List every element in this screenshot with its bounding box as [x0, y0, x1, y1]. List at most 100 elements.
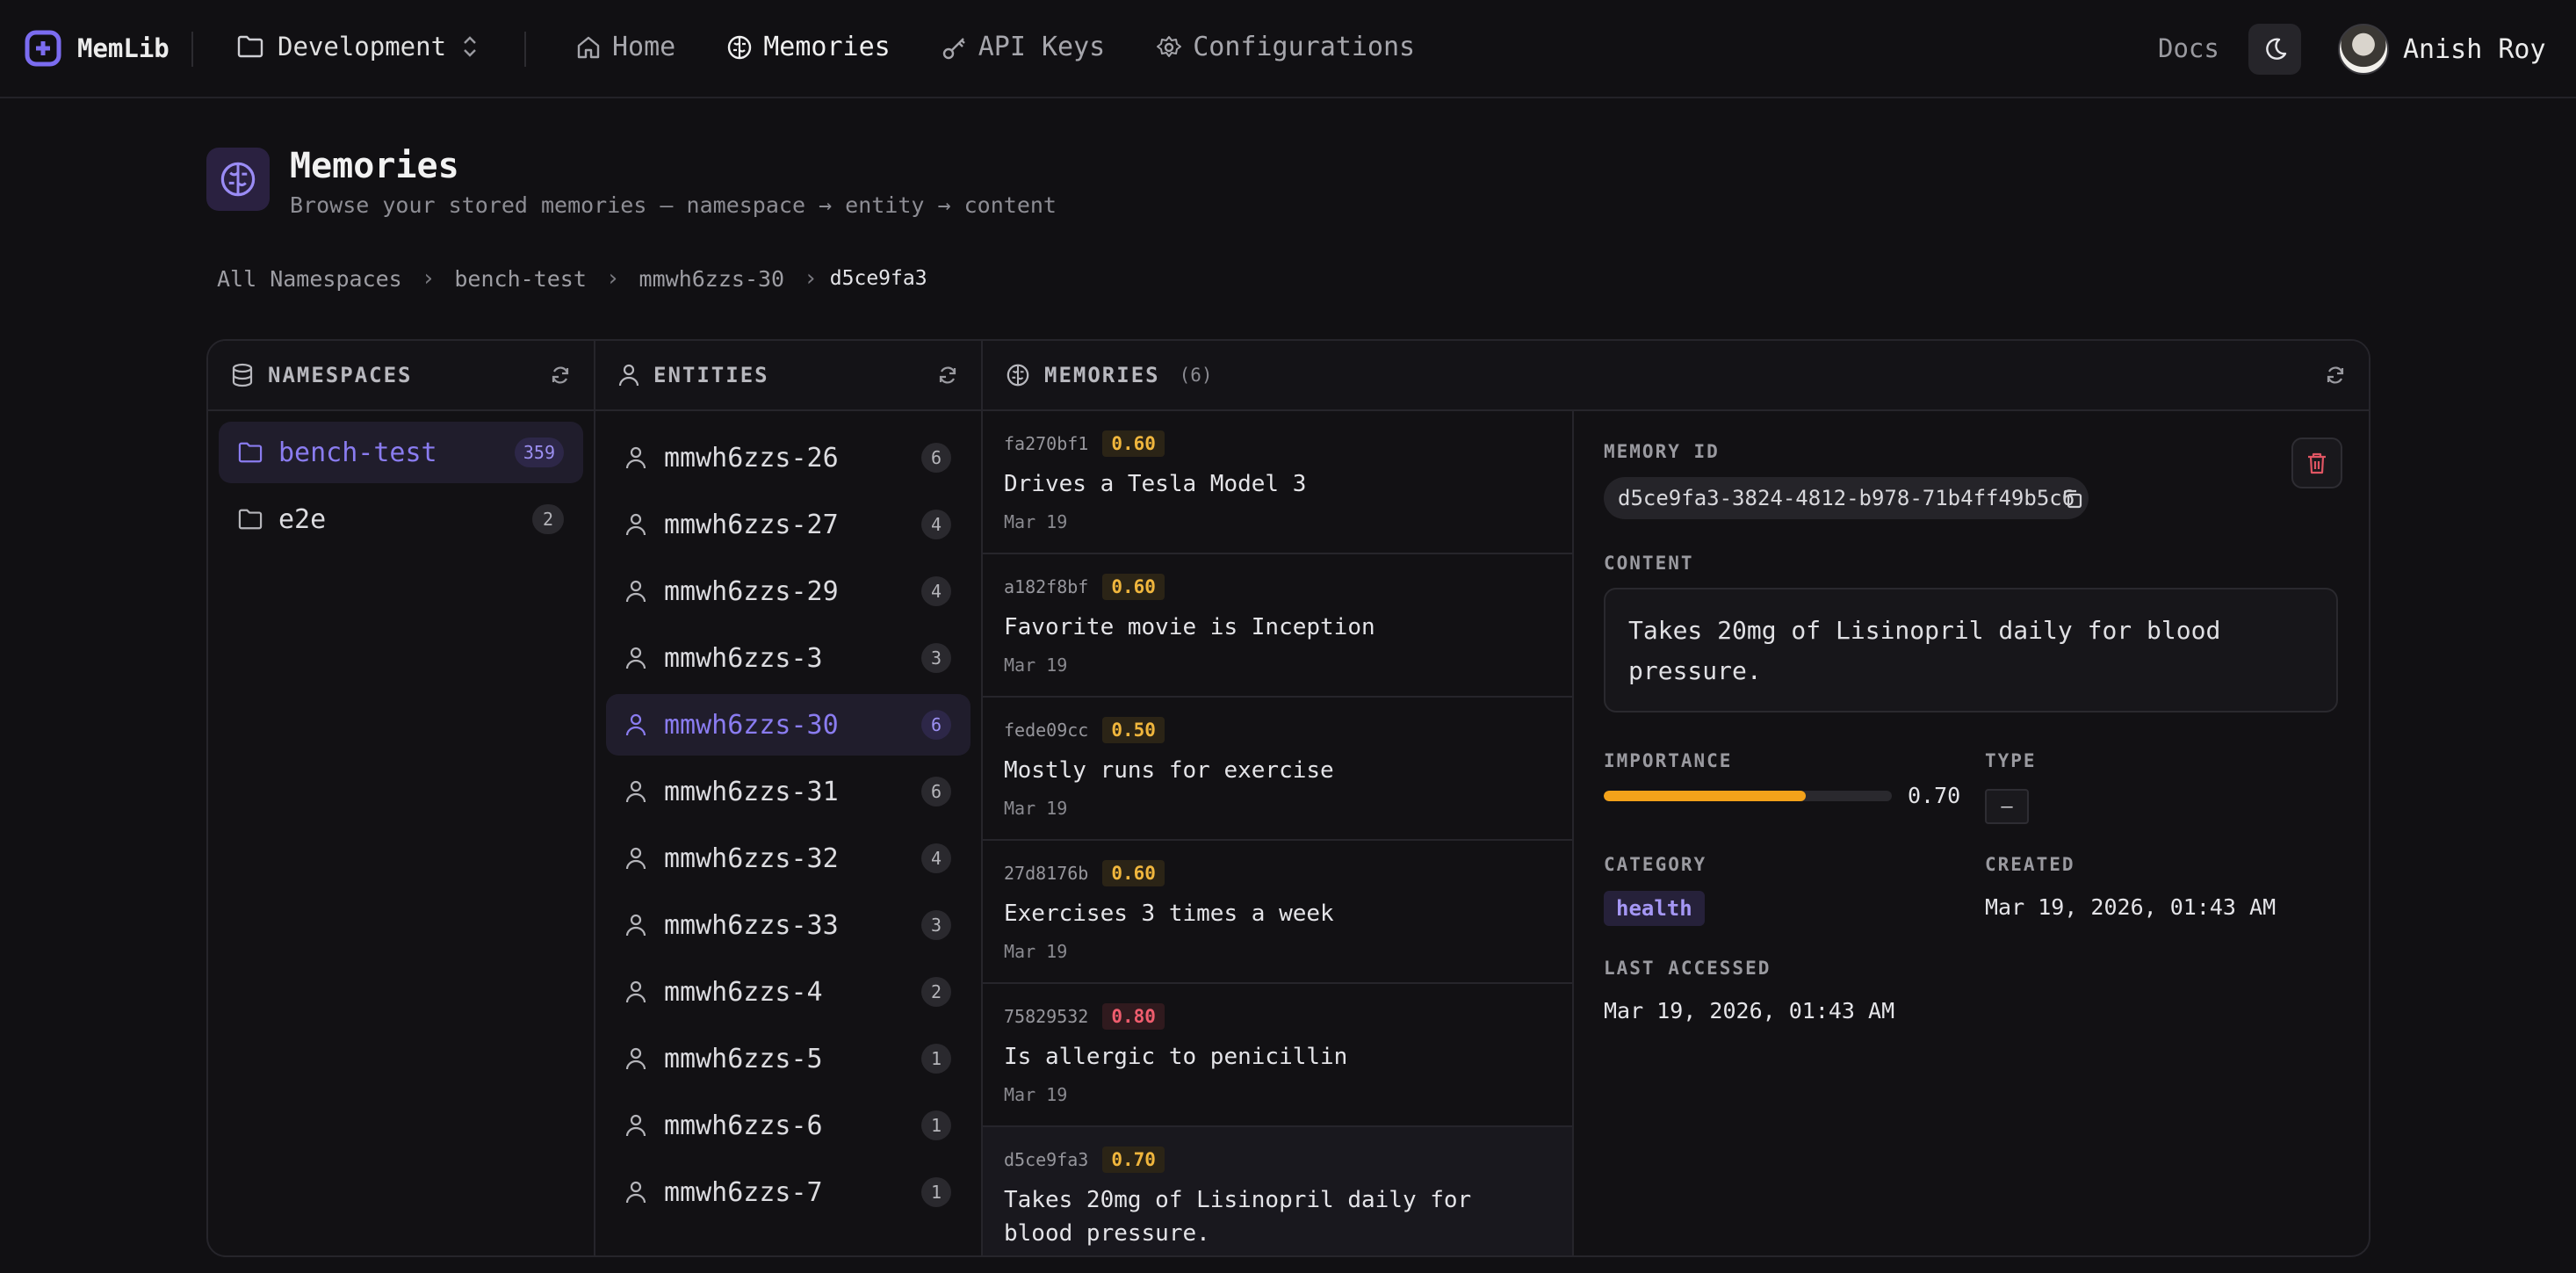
memory-text: Mostly runs for exercise — [1004, 757, 1334, 784]
memory-item-75829532[interactable]: 75829532 0.80 Is allergic to penicillin Mar… — [983, 984, 1572, 1127]
count-badge: 359 — [514, 438, 564, 467]
copy-icon[interactable] — [2061, 488, 2084, 510]
namespaces-title: NAMESPACES — [268, 363, 413, 387]
memory-short-id: 27d8176b — [1004, 863, 1089, 884]
memory-date: Mar 19 — [1004, 1084, 1068, 1105]
user-icon — [625, 1113, 646, 1138]
user-icon — [625, 445, 646, 470]
breadcrumb-memory: d5ce9fa3 — [829, 267, 927, 290]
entity-name: mmwh6zzs-27 — [664, 509, 839, 540]
refresh-namespaces-icon[interactable] — [550, 365, 571, 386]
entity-name: mmwh6zzs-30 — [664, 709, 839, 741]
chevron-right-icon: › — [421, 265, 436, 292]
content-label: CONTENT — [1604, 553, 1694, 574]
divider — [191, 32, 193, 67]
entity-name: mmwh6zzs-6 — [664, 1110, 823, 1141]
namespaces-column: NAMESPACES bench-test 359 e2e 2 — [208, 341, 595, 1255]
nav-api-keys[interactable]: API Keys — [942, 32, 1105, 62]
memory-detail: MEMORY ID d5ce9fa3-3824-4812-b978-71b4ff… — [1576, 411, 2369, 1255]
memory-short-id: fede09cc — [1004, 720, 1089, 741]
nav-memories[interactable]: Memories — [726, 32, 891, 62]
entity-item-mmwh6zzs-6[interactable]: mmwh6zzs-6 1 — [606, 1095, 971, 1156]
entity-item-mmwh6zzs-33[interactable]: mmwh6zzs-33 3 — [606, 894, 971, 956]
namespace-item-e2e[interactable]: e2e 2 — [219, 488, 583, 550]
breadcrumb-namespace[interactable]: bench-test — [454, 266, 587, 292]
entity-item-mmwh6zzs-26[interactable]: mmwh6zzs-26 6 — [606, 427, 971, 488]
memory-date: Mar 19 — [1004, 655, 1068, 676]
memory-item-a182f8bf[interactable]: a182f8bf 0.60 Favorite movie is Inception M… — [983, 554, 1572, 698]
entity-name: mmwh6zzs-31 — [664, 776, 839, 807]
brain-icon — [1006, 363, 1030, 387]
count-badge: 1 — [921, 1110, 951, 1140]
memory-text: Exercises 3 times a week — [1004, 901, 1334, 927]
entity-name: mmwh6zzs-33 — [664, 909, 839, 941]
entities-column: mmwh6zzs-26 6 mmwh6zzs-27 4 mmwh6zzs-29 4 mmwh… — [595, 341, 983, 1255]
refresh-memories-icon[interactable] — [2325, 365, 2346, 386]
count-badge: 4 — [921, 843, 951, 873]
entity-item-mmwh6zzs-3[interactable]: mmwh6zzs-3 3 — [606, 627, 971, 689]
key-icon — [942, 34, 968, 61]
namespace-item-bench-test[interactable]: bench-test 359 — [219, 422, 583, 483]
theme-toggle-button[interactable] — [2248, 24, 2301, 75]
memory-item-27d8176b[interactable]: 27d8176b 0.60 Exercises 3 times a week Mar … — [983, 841, 1572, 984]
importance-badge: 0.50 — [1102, 717, 1165, 743]
count-badge: 3 — [921, 643, 951, 673]
count-badge: 3 — [921, 910, 951, 940]
memory-text: Is allergic to penicillin — [1004, 1044, 1348, 1070]
refresh-entities-icon[interactable] — [937, 365, 958, 386]
workspace-selector[interactable]: Development — [237, 32, 480, 61]
importance-badge: 0.60 — [1102, 430, 1165, 457]
user-icon — [618, 363, 639, 387]
user-icon — [625, 646, 646, 670]
entity-item-mmwh6zzs-30[interactable]: mmwh6zzs-30 6 — [606, 694, 971, 756]
entity-item-mmwh6zzs-32[interactable]: mmwh6zzs-32 4 — [606, 828, 971, 889]
memory-text: Favorite movie is Inception — [1004, 614, 1375, 640]
entity-name: mmwh6zzs-3 — [664, 642, 823, 674]
namespace-name: e2e — [278, 503, 327, 535]
count-badge: 6 — [921, 777, 951, 806]
entity-item-mmwh6zzs-29[interactable]: mmwh6zzs-29 4 — [606, 561, 971, 622]
entity-name: mmwh6zzs-7 — [664, 1176, 823, 1208]
memory-short-id: d5ce9fa3 — [1004, 1149, 1089, 1170]
last-accessed-label: LAST ACCESSED — [1604, 958, 1771, 979]
user-icon — [625, 1180, 646, 1204]
brand[interactable]: MemLib — [25, 30, 170, 67]
docs-link[interactable]: Docs — [2158, 33, 2219, 63]
folder-icon — [237, 34, 263, 59]
breadcrumb-entity[interactable]: mmwh6zzs-30 — [639, 266, 785, 292]
user-menu[interactable]: Anish Roy — [2338, 24, 2546, 75]
home-icon — [575, 34, 602, 61]
divider — [524, 32, 526, 67]
nav-configurations[interactable]: Configurations — [1156, 32, 1415, 62]
entity-list: mmwh6zzs-26 6 mmwh6zzs-27 4 mmwh6zzs-29 4 mmwh… — [595, 392, 981, 1228]
memory-item-d5ce9fa3[interactable]: d5ce9fa3 0.70 Takes 20mg of Lisinopril dai… — [983, 1127, 1572, 1255]
memlib-logo-icon — [25, 30, 61, 67]
folder-icon — [238, 508, 263, 531]
entity-item-mmwh6zzs-27[interactable]: mmwh6zzs-27 4 — [606, 494, 971, 555]
user-icon — [625, 712, 646, 737]
count-badge: 6 — [921, 710, 951, 740]
nav-home[interactable]: Home — [575, 32, 675, 62]
memory-item-fa270bf1[interactable]: fa270bf1 0.60 Drives a Tesla Model 3 Mar 19 — [983, 411, 1572, 554]
created-value: Mar 19, 2026, 01:43 AM — [1985, 894, 2277, 920]
memory-text: Drives a Tesla Model 3 — [1004, 471, 1307, 497]
entities-header: ENTITIES — [595, 341, 981, 411]
entity-item-mmwh6zzs-5[interactable]: mmwh6zzs-5 1 — [606, 1028, 971, 1089]
user-icon — [625, 512, 646, 537]
count-badge: 6 — [921, 443, 951, 473]
avatar — [2338, 24, 2389, 75]
memory-item-fede09cc[interactable]: fede09cc 0.50 Mostly runs for exercise Mar … — [983, 698, 1572, 841]
memory-short-id: a182f8bf — [1004, 576, 1089, 597]
importance-bar — [1604, 791, 1892, 801]
workspace-name: Development — [278, 32, 447, 61]
user-icon — [625, 980, 646, 1004]
namespaces-header: NAMESPACES — [208, 341, 594, 411]
entity-item-mmwh6zzs-4[interactable]: mmwh6zzs-4 2 — [606, 961, 971, 1023]
created-label: CREATED — [1985, 854, 2075, 875]
entity-item-mmwh6zzs-7[interactable]: mmwh6zzs-7 1 — [606, 1161, 971, 1223]
delete-button[interactable] — [2291, 438, 2342, 488]
main-nav: Home Memories API Keys Configurations — [575, 32, 1415, 62]
category-label: CATEGORY — [1604, 854, 1707, 875]
entity-item-mmwh6zzs-31[interactable]: mmwh6zzs-31 6 — [606, 761, 971, 822]
breadcrumb-all-namespaces[interactable]: All Namespaces — [217, 266, 402, 292]
